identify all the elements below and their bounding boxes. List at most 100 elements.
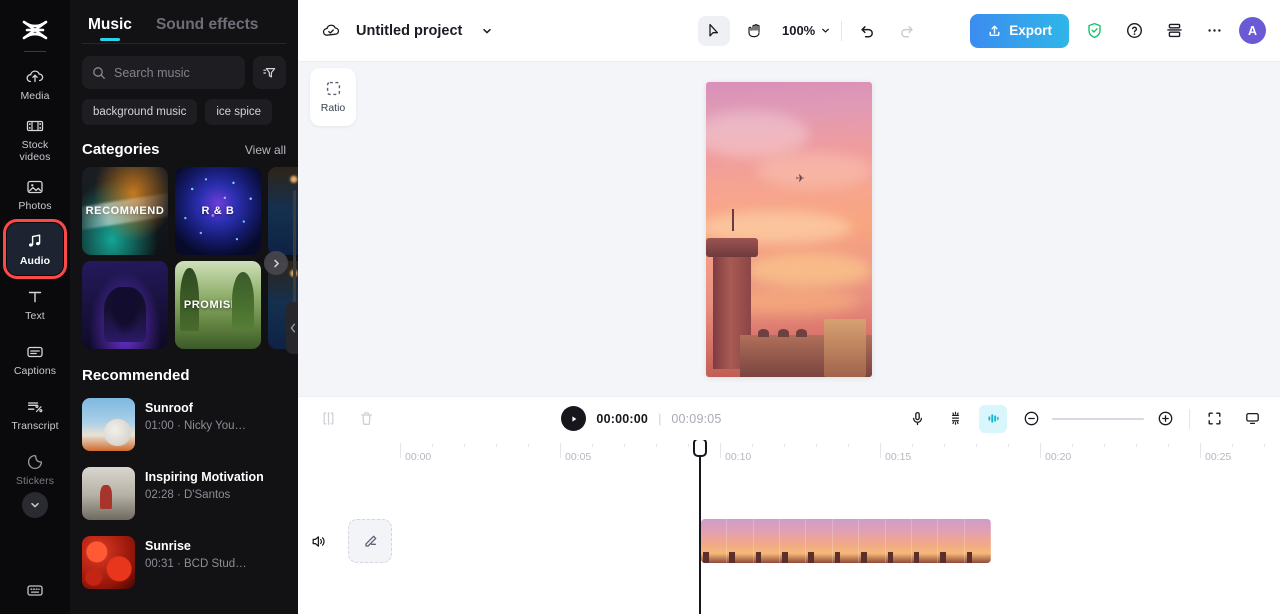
- sidebar-item-stickers[interactable]: Stickers: [7, 443, 63, 495]
- track-name: Sunroof: [145, 401, 193, 415]
- tab-sound-effects[interactable]: Sound effects: [156, 16, 258, 43]
- playhead-handle[interactable]: [693, 440, 707, 457]
- fullscreen-icon: [1208, 412, 1220, 425]
- category-card[interactable]: P O P: [82, 261, 168, 349]
- sidebar-item-transcript[interactable]: Transcript: [7, 388, 63, 440]
- sidebar-item-photos[interactable]: Photos: [7, 168, 63, 220]
- timeline[interactable]: 00:00 00:05 00:10 00:15 00:20 00:25: [298, 440, 1280, 614]
- list-item[interactable]: Sunroof 01:00 · Nicky You…: [70, 392, 298, 461]
- track-mute-button[interactable]: [298, 533, 338, 550]
- rail-bottom: [0, 576, 70, 604]
- music-note-icon: [24, 231, 46, 253]
- track-meta: Inspiring Motivation 02:28 · D'Santos: [145, 467, 286, 502]
- chevron-down-icon: [31, 502, 39, 508]
- chip-ice-spice[interactable]: ice spice: [205, 99, 273, 125]
- shield-check-icon[interactable]: [1079, 16, 1109, 46]
- sidebar-item-label: Captions: [13, 364, 57, 377]
- export-label: Export: [1009, 23, 1052, 38]
- sidebar-item-label: Transcript: [11, 419, 59, 432]
- export-button[interactable]: Export: [970, 13, 1069, 48]
- music-panel: Music Sound effects Search music backgro…: [70, 0, 298, 614]
- cloud-check-icon[interactable]: [316, 16, 346, 46]
- video-preview[interactable]: ✈: [706, 81, 872, 377]
- page-title[interactable]: Untitled project: [356, 23, 462, 39]
- filter-button[interactable]: [253, 56, 286, 89]
- zoom-slider-track[interactable]: [1052, 417, 1144, 420]
- view-all-link[interactable]: View all: [245, 143, 286, 157]
- list-item[interactable]: Sunrise 00:31 · BCD Stud…: [70, 530, 298, 599]
- undo-button[interactable]: [852, 16, 882, 46]
- playhead[interactable]: [693, 440, 707, 614]
- split-button[interactable]: [314, 405, 342, 433]
- zoom-slider[interactable]: [1017, 405, 1179, 433]
- keyboard-shortcuts-icon[interactable]: [21, 576, 49, 604]
- filter-icon: [262, 67, 275, 77]
- categories-next-button[interactable]: [264, 251, 288, 275]
- audio-waveform-icon: [987, 414, 999, 423]
- rail-expand-button[interactable]: [22, 492, 48, 518]
- select-tool-button[interactable]: [697, 15, 730, 46]
- timeline-divider: [1189, 408, 1190, 429]
- top-toolbar: Untitled project 100% Export A: [298, 0, 1280, 62]
- layout-button[interactable]: [1159, 16, 1189, 46]
- track-meta-text: 02:28 · D'Santos: [145, 489, 231, 501]
- help-button[interactable]: [1119, 16, 1149, 46]
- capcut-logo-icon[interactable]: [15, 16, 55, 46]
- magnet-snap-button[interactable]: [941, 405, 969, 433]
- track-name: Inspiring Motivation: [145, 470, 264, 484]
- audio-waveform-button[interactable]: [979, 404, 1007, 433]
- timeline-ruler[interactable]: 00:00 00:05 00:10 00:15 00:20 00:25: [400, 440, 1280, 470]
- chevron-left-icon: [290, 323, 295, 333]
- zoom-out-button[interactable]: [1017, 405, 1045, 433]
- zoom-in-button[interactable]: [1151, 405, 1179, 433]
- pencil-edit-icon: [364, 535, 376, 547]
- zoom-level-select[interactable]: 100%: [782, 23, 831, 38]
- sidebar-item-captions[interactable]: Captions: [7, 333, 63, 385]
- tab-music[interactable]: Music: [88, 16, 132, 43]
- timeline-toolbar: 00:00:00 | 00:09:05: [298, 396, 1280, 440]
- category-card[interactable]: RECOMMEND: [82, 167, 168, 255]
- display-button[interactable]: [1238, 405, 1266, 433]
- panel-collapse-button[interactable]: [286, 302, 298, 354]
- trash-icon: [360, 412, 372, 425]
- sidebar-item-stock-videos[interactable]: Stock videos: [7, 113, 63, 165]
- project-title-caret[interactable]: [472, 16, 502, 46]
- avatar[interactable]: A: [1239, 17, 1266, 44]
- categories-title: Categories: [82, 141, 160, 158]
- sidebar-item-audio[interactable]: Audio: [3, 219, 67, 279]
- delete-button[interactable]: [352, 405, 380, 433]
- film-strip-icon: [24, 115, 46, 137]
- category-card-label: PROMISING: [183, 299, 253, 311]
- list-item[interactable]: Inspiring Motivation 02:28 · D'Santos: [70, 461, 298, 530]
- suggestion-chips: background music ice spice: [70, 89, 298, 125]
- track-meta-text: 00:31 · BCD Stud…: [145, 558, 247, 570]
- search-input[interactable]: Search music: [82, 56, 245, 89]
- image-icon: [24, 176, 46, 198]
- sidebar-item-label: Stickers: [15, 474, 55, 487]
- question-circle-icon: [1126, 22, 1142, 39]
- sidebar-item-text[interactable]: Text: [7, 278, 63, 330]
- ruler-label: 00:05: [565, 451, 592, 463]
- sidebar-item-label: Media: [20, 89, 50, 102]
- play-button[interactable]: [561, 406, 587, 431]
- satellite-dish: [796, 328, 807, 337]
- ratio-button[interactable]: Ratio: [310, 68, 356, 126]
- hand-tool-button[interactable]: [740, 16, 772, 46]
- more-options-button[interactable]: [1199, 16, 1229, 46]
- speaker-icon: [312, 535, 325, 547]
- layout-icon: [1166, 23, 1182, 38]
- fullscreen-button[interactable]: [1200, 405, 1228, 433]
- left-rail: Media Stock videos Photos Audio Text Cap…: [0, 0, 70, 614]
- redo-icon: [901, 25, 913, 38]
- timeline-track-row: [298, 512, 1280, 570]
- category-card[interactable]: PROMISING: [175, 261, 261, 349]
- clip-edit-button[interactable]: [348, 519, 392, 563]
- microphone-button[interactable]: [903, 405, 931, 433]
- cursor-arrow-icon: [709, 23, 719, 37]
- category-card[interactable]: R & B: [175, 167, 261, 255]
- redo-button[interactable]: [892, 16, 922, 46]
- more-horizontal-icon: [1207, 29, 1221, 32]
- chip-background-music[interactable]: background music: [82, 99, 198, 125]
- sidebar-item-media[interactable]: Media: [7, 58, 63, 110]
- video-clip[interactable]: [701, 519, 991, 563]
